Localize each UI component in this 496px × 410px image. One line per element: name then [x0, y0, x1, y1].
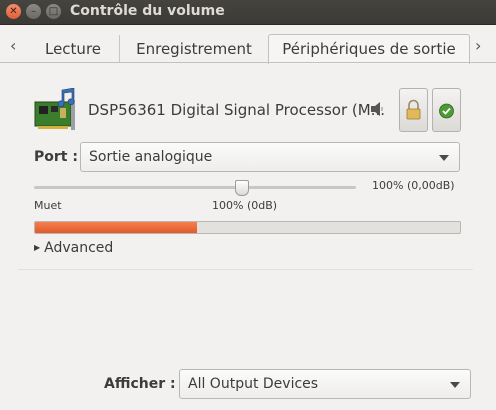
close-button[interactable]: ✕ — [6, 4, 21, 19]
port-label: Port : — [34, 149, 78, 165]
port-select[interactable]: Sortie analogique — [80, 142, 460, 172]
show-label: Afficher : — [104, 376, 176, 392]
set-default-button[interactable] — [432, 88, 461, 132]
checkmark-icon — [439, 103, 454, 119]
lock-icon — [406, 99, 421, 120]
show-select-value: All Output Devices — [188, 376, 319, 392]
sound-card-icon — [34, 88, 75, 130]
section-divider — [18, 269, 473, 270]
mute-label: Muet — [34, 199, 62, 212]
tab-peripheriques-de-sortie[interactable]: Périphériques de sortie — [268, 34, 470, 64]
tab-lecture[interactable]: Lecture — [27, 35, 119, 63]
tab-bar: ‹ Lecture Enregistrement Périphériques d… — [0, 25, 496, 64]
chevron-down-icon — [439, 155, 449, 161]
chevron-right-icon[interactable]: › — [475, 38, 481, 54]
peak-meter — [34, 221, 461, 234]
unity-volume-label: 100% (0dB) — [212, 199, 278, 212]
maximize-button[interactable]: □ — [46, 4, 61, 19]
close-icon: ✕ — [9, 6, 18, 17]
minimize-button[interactable]: – — [26, 4, 41, 19]
volume-slider-trough[interactable] — [34, 186, 356, 189]
advanced-label: Advanced — [44, 240, 114, 256]
title-bar: ✕ – □ Contrôle du volume — [0, 0, 496, 25]
chevron-left-icon[interactable]: ‹ — [10, 38, 16, 54]
peak-meter-fill — [35, 222, 197, 233]
window-title: Contrôle du volume — [70, 3, 225, 19]
maximize-icon: □ — [48, 6, 59, 17]
volume-value-label: 100% (0,00dB) — [372, 179, 455, 192]
advanced-expander[interactable]: ▶ Advanced — [34, 240, 113, 256]
expander-arrow-icon: ▶ — [34, 243, 41, 252]
volume-slider-handle[interactable] — [235, 180, 249, 196]
show-select[interactable]: All Output Devices — [179, 369, 471, 399]
speaker-icon[interactable] — [370, 100, 384, 118]
tab-divider — [0, 62, 496, 63]
minimize-icon: – — [31, 6, 36, 17]
lock-channels-button[interactable] — [399, 88, 428, 132]
chevron-down-icon — [450, 382, 460, 388]
port-select-value: Sortie analogique — [89, 149, 213, 165]
tab-enregistrement[interactable]: Enregistrement — [119, 35, 268, 63]
device-name: DSP56361 Digital Signal Processor (M... — [88, 101, 385, 119]
